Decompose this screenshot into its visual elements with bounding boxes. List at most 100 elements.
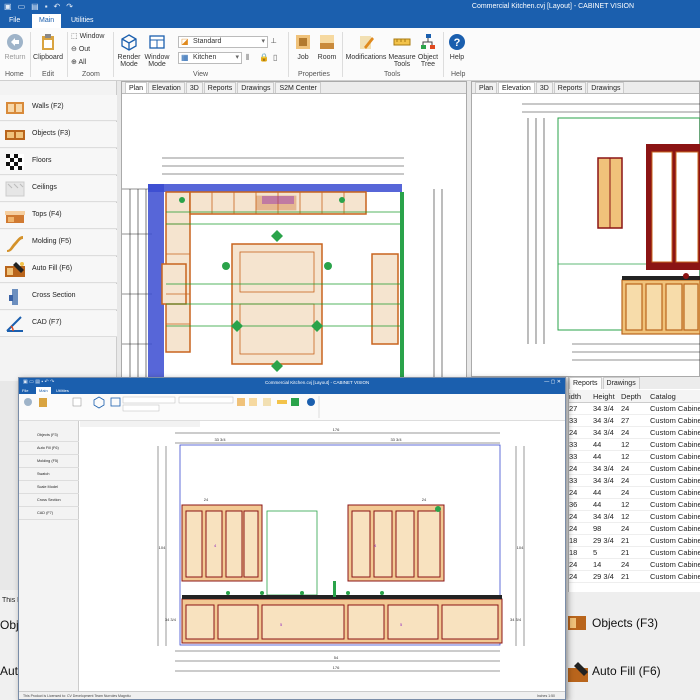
zoom-window-button[interactable]: ⬚ Window bbox=[71, 33, 104, 40]
return-button[interactable]: Return bbox=[3, 33, 27, 61]
plan-view-pane[interactable]: Plan Elevation 3D Reports Drawings S2M C… bbox=[121, 81, 467, 381]
modifications-button[interactable]: Modifications bbox=[344, 33, 388, 61]
wall-top[interactable] bbox=[148, 184, 402, 192]
overlay-menu-utilities[interactable]: Utilities bbox=[56, 387, 69, 394]
page-icon[interactable]: ▯ bbox=[273, 53, 277, 62]
elevation-drawing[interactable] bbox=[472, 94, 700, 376]
cell-width: 33 bbox=[569, 452, 578, 461]
tab-plan[interactable]: Plan bbox=[125, 82, 148, 93]
sidebar-item-cross-section[interactable]: Cross Section bbox=[0, 284, 117, 310]
view-style-select[interactable]: Standard bbox=[178, 36, 268, 48]
clipboard-button[interactable]: Clipboard bbox=[33, 33, 63, 61]
sidebar-item-autofill[interactable]: Auto Fill (F6) bbox=[0, 257, 117, 283]
objects-label-large[interactable]: Objects (F3) bbox=[592, 616, 658, 630]
zoom-out-button[interactable]: ⊖ Out bbox=[71, 46, 90, 53]
table-row[interactable]: 18 29 3/4 21 Custom Cabinet bbox=[569, 535, 700, 547]
tab-3d[interactable]: 3D bbox=[185, 82, 203, 93]
elevation-upper-cabinet[interactable] bbox=[597, 157, 623, 229]
table-row[interactable]: 24 98 24 Custom Cabinet bbox=[569, 523, 700, 535]
overlay-menu-main[interactable]: Main bbox=[36, 387, 51, 394]
menu-main[interactable]: Main bbox=[32, 14, 62, 28]
elevation-tall-cabinet[interactable] bbox=[646, 144, 700, 270]
tab-reports[interactable]: Reports bbox=[553, 82, 587, 93]
sidebar-item-ceilings[interactable]: Ceilings bbox=[0, 176, 117, 202]
measure-tools-button[interactable]: Measure Tools bbox=[388, 33, 416, 68]
table-row[interactable]: 27 34 3/4 24 Custom Cabinet bbox=[569, 403, 700, 415]
cell-depth: 24 bbox=[621, 476, 630, 485]
plan-cabinets[interactable] bbox=[161, 191, 399, 365]
overlay-screenshot-window[interactable]: ▣ ▭ ▤ ▪ ↶ ↷ Commercial Kitchen.cvj [Layo… bbox=[18, 377, 566, 700]
sidebar-item-walls[interactable]: Walls (F2) bbox=[0, 95, 117, 121]
reports-grid[interactable]: Reports Drawings idth Height Depth Catal… bbox=[568, 377, 700, 592]
zoom-all-button[interactable]: ⊕ All bbox=[71, 59, 86, 66]
new-file-icon[interactable]: ▭ bbox=[18, 2, 26, 12]
table-row[interactable]: 33 34 3/4 27 Custom Cabinet bbox=[569, 415, 700, 427]
overlay-elevation-drawing[interactable]: 4 45 5 176 33 3/4 33 3/4 24 24 34 3/4 34 3… bbox=[80, 421, 565, 691]
sidebar-item-floors[interactable]: Floors bbox=[0, 149, 117, 175]
overlay-sidebar-item-autofill[interactable]: Auto Fill (F6) bbox=[19, 442, 79, 455]
tab-drawings[interactable]: Drawings bbox=[602, 377, 640, 389]
menu-file[interactable]: File bbox=[2, 14, 27, 28]
overlay-elevation-canvas[interactable]: 4455 176 33 3/4 33 3/4 24 24 34 3/4 34 3… bbox=[80, 421, 565, 691]
tab-plan[interactable]: Plan bbox=[475, 82, 498, 93]
overlay-sidebar-item-scale-model[interactable]: Scale Model bbox=[19, 481, 79, 494]
overlay-sidebar-item-molding[interactable]: Molding (F5) bbox=[19, 455, 79, 468]
table-row[interactable]: 36 44 12 Custom Cabinet bbox=[569, 499, 700, 511]
header-width[interactable]: idth bbox=[569, 392, 581, 401]
pin-icon[interactable]: ⟂ bbox=[271, 36, 276, 46]
overlay-sidebar-item-cad[interactable]: CAD (F7) bbox=[19, 507, 79, 520]
header-depth[interactable]: Depth bbox=[621, 392, 641, 401]
table-row[interactable]: 24 14 24 Custom Cabinet bbox=[569, 559, 700, 571]
lock-icon[interactable]: 🔒 bbox=[259, 53, 269, 62]
tab-drawings[interactable]: Drawings bbox=[237, 82, 275, 93]
tab-elevation[interactable]: Elevation bbox=[498, 82, 535, 93]
table-row[interactable]: 24 34 3/4 24 Custom Cabinet bbox=[569, 463, 700, 475]
overlay-opening[interactable] bbox=[266, 510, 318, 596]
table-row[interactable]: 33 34 3/4 24 Custom Cabinet bbox=[569, 475, 700, 487]
table-row[interactable]: 24 34 3/4 12 Custom Cabinet bbox=[569, 511, 700, 523]
tab-3d[interactable]: 3D bbox=[535, 82, 553, 93]
overlay-base-cabinets[interactable] bbox=[181, 598, 503, 644]
autofill-icon bbox=[5, 262, 25, 277]
table-row[interactable]: 24 34 3/4 24 Custom Cabinet bbox=[569, 427, 700, 439]
elevation-view-pane[interactable]: Plan Elevation 3D Reports Drawings bbox=[471, 81, 700, 377]
plan-drawing[interactable] bbox=[122, 94, 466, 380]
overlay-sidebar-item-swatch[interactable]: Swatch bbox=[19, 468, 79, 481]
overlay-window-controls[interactable]: — ▢ ✕ bbox=[544, 378, 561, 387]
sidebar-item-molding[interactable]: Molding (F5) bbox=[0, 230, 117, 256]
header-height[interactable]: Height bbox=[593, 392, 615, 401]
wall-right[interactable] bbox=[400, 192, 404, 380]
sidebar-item-objects[interactable]: Objects (F3) bbox=[0, 122, 117, 148]
table-row[interactable]: 24 29 3/4 21 Custom Cabinet bbox=[569, 571, 700, 583]
job-button[interactable]: Job bbox=[292, 33, 314, 61]
tab-reports[interactable]: Reports bbox=[203, 82, 237, 93]
tab-s2m-center[interactable]: S2M Center bbox=[275, 82, 321, 93]
column-icon[interactable]: ⫴ bbox=[246, 53, 249, 63]
room-button[interactable]: Room bbox=[316, 33, 338, 61]
table-row[interactable]: 24 44 24 Custom Cabinet bbox=[569, 487, 700, 499]
table-row[interactable]: 33 44 12 Custom Cabinet bbox=[569, 439, 700, 451]
table-row[interactable]: 33 44 12 Custom Cabinet bbox=[569, 451, 700, 463]
overlay-menu-file[interactable]: File bbox=[22, 387, 28, 394]
save-icon[interactable]: ▪ bbox=[45, 2, 48, 12]
open-folder-icon[interactable]: ▤ bbox=[31, 2, 39, 12]
undo-icon[interactable]: ↶ bbox=[54, 2, 61, 12]
svg-text:?: ? bbox=[454, 37, 461, 49]
tab-drawings[interactable]: Drawings bbox=[587, 82, 625, 93]
overlay-sidebar-item-objects[interactable]: Objects (F3) bbox=[19, 429, 79, 442]
header-catalog[interactable]: Catalog bbox=[650, 392, 676, 401]
tab-elevation[interactable]: Elevation bbox=[148, 82, 185, 93]
object-tree-button[interactable]: Object Tree bbox=[416, 33, 440, 68]
redo-icon[interactable]: ↷ bbox=[66, 2, 73, 12]
help-button[interactable]: ? Help bbox=[446, 33, 468, 61]
autofill-label-large[interactable]: Auto Fill (F6) bbox=[592, 664, 661, 678]
render-mode-button[interactable]: Render Mode bbox=[116, 33, 142, 68]
window-mode-button[interactable]: Window Mode bbox=[144, 33, 170, 68]
menu-utilities[interactable]: Utilities bbox=[64, 14, 101, 28]
sidebar-item-tops[interactable]: Tops (F4) bbox=[0, 203, 117, 229]
table-row[interactable]: 18 5 21 Custom Cabinet bbox=[569, 547, 700, 559]
overlay-sidebar-item-cross-section[interactable]: Cross Section bbox=[19, 494, 79, 507]
elevation-base-cabinets[interactable] bbox=[621, 279, 700, 335]
tab-reports[interactable]: Reports bbox=[569, 377, 602, 389]
sidebar-item-cad[interactable]: CAD (F7) bbox=[0, 311, 117, 337]
